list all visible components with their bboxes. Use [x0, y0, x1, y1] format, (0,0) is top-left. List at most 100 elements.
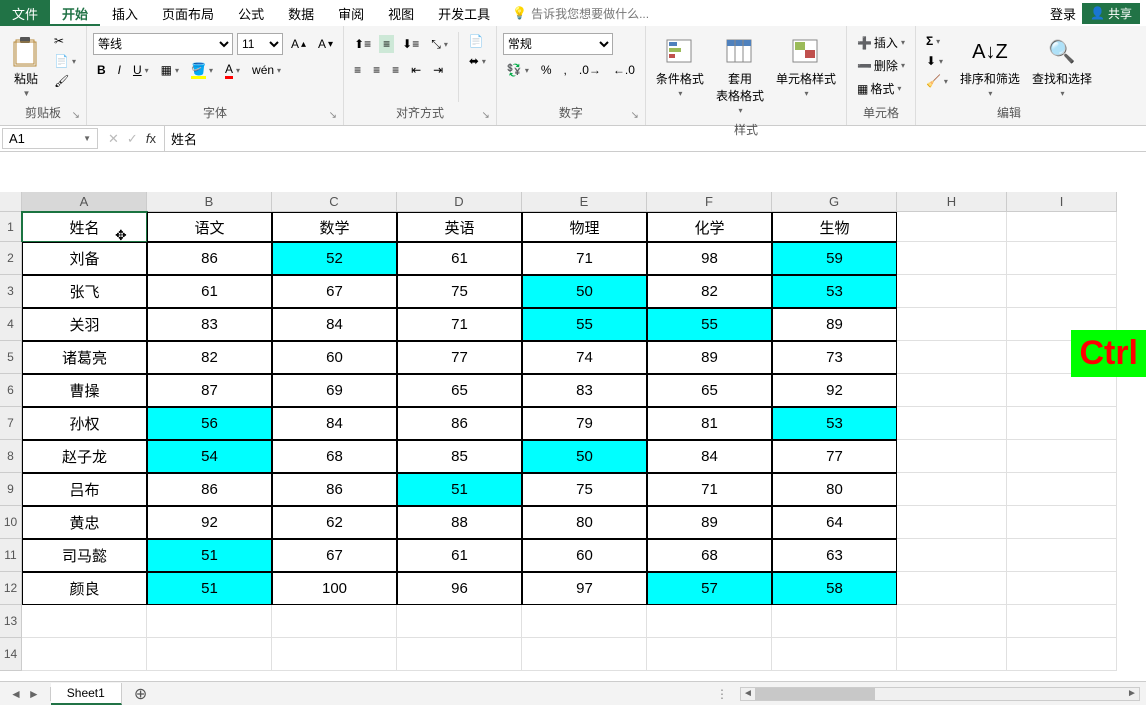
cell[interactable]: 化学: [647, 212, 772, 242]
cell[interactable]: 张飞: [22, 275, 147, 308]
cell[interactable]: [1007, 212, 1117, 242]
row-header[interactable]: 10: [0, 506, 22, 539]
cell[interactable]: [1007, 473, 1117, 506]
cell[interactable]: [897, 440, 1007, 473]
sort-filter-button[interactable]: A↓Z 排序和筛选▾: [956, 32, 1024, 102]
login-link[interactable]: 登录: [1050, 4, 1076, 23]
cell[interactable]: [897, 407, 1007, 440]
align-center-button[interactable]: ≡: [369, 61, 384, 79]
cell[interactable]: [1007, 374, 1117, 407]
cell[interactable]: 75: [397, 275, 522, 308]
cell[interactable]: 曹操: [22, 374, 147, 407]
dialog-launcher-icon[interactable]: ↘: [72, 110, 80, 121]
cell[interactable]: 物理: [522, 212, 647, 242]
split-handle-icon[interactable]: ⋮: [716, 687, 728, 701]
paste-button[interactable]: 粘贴 ▼: [6, 32, 46, 102]
cell[interactable]: [1007, 572, 1117, 605]
format-table-button[interactable]: 套用 表格格式▾: [712, 32, 768, 119]
cell[interactable]: 51: [147, 539, 272, 572]
underline-button[interactable]: U▾: [129, 61, 153, 79]
row-header[interactable]: 13: [0, 605, 22, 638]
delete-cells-button[interactable]: ➖删除▾: [853, 55, 909, 76]
cell[interactable]: 51: [147, 572, 272, 605]
cell[interactable]: 50: [522, 440, 647, 473]
tellme-search[interactable]: 💡 告诉我您想要做什么...: [502, 0, 659, 26]
cell[interactable]: [147, 605, 272, 638]
cell[interactable]: 59: [772, 242, 897, 275]
cell[interactable]: [1007, 242, 1117, 275]
align-left-button[interactable]: ≡: [350, 61, 365, 79]
cell[interactable]: [1007, 539, 1117, 572]
name-box[interactable]: A1 ▼: [2, 128, 98, 149]
cell[interactable]: 54: [147, 440, 272, 473]
phonetic-button[interactable]: wén▾: [248, 61, 285, 79]
cell[interactable]: 诸葛亮: [22, 341, 147, 374]
cell[interactable]: 58: [772, 572, 897, 605]
cell[interactable]: [897, 374, 1007, 407]
align-middle-button[interactable]: ≡: [379, 35, 394, 53]
cell[interactable]: 71: [522, 242, 647, 275]
row-header[interactable]: 9: [0, 473, 22, 506]
cell[interactable]: 88: [397, 506, 522, 539]
cell[interactable]: 57: [647, 572, 772, 605]
cell[interactable]: 黄忠: [22, 506, 147, 539]
cell[interactable]: 51: [397, 473, 522, 506]
cell[interactable]: 82: [147, 341, 272, 374]
shrink-font-button[interactable]: A▾: [314, 35, 337, 53]
cell[interactable]: 数学: [272, 212, 397, 242]
copy-button[interactable]: 📄▾: [50, 52, 80, 70]
cell[interactable]: 61: [397, 539, 522, 572]
cell[interactable]: [897, 341, 1007, 374]
accounting-button[interactable]: 💱▾: [503, 61, 533, 79]
italic-button[interactable]: I: [114, 61, 125, 79]
cell[interactable]: [1007, 605, 1117, 638]
cell[interactable]: [22, 605, 147, 638]
cell[interactable]: 65: [397, 374, 522, 407]
increase-decimal-button[interactable]: .0→: [575, 61, 605, 79]
cell[interactable]: [147, 638, 272, 671]
align-top-button[interactable]: ⬆≡: [350, 35, 375, 53]
cell[interactable]: [897, 473, 1007, 506]
cell[interactable]: 81: [647, 407, 772, 440]
tab-home[interactable]: 开始: [50, 0, 100, 26]
row-header[interactable]: 4: [0, 308, 22, 341]
percent-button[interactable]: %: [537, 61, 556, 79]
orientation-button[interactable]: ⤡▾: [427, 35, 452, 54]
cell[interactable]: 60: [522, 539, 647, 572]
cell[interactable]: 96: [397, 572, 522, 605]
cell[interactable]: 刘备: [22, 242, 147, 275]
add-sheet-button[interactable]: ⊕: [122, 684, 159, 704]
cell[interactable]: [897, 275, 1007, 308]
row-header[interactable]: 5: [0, 341, 22, 374]
clear-button[interactable]: 🧹▾: [922, 72, 952, 90]
cell[interactable]: 55: [647, 308, 772, 341]
wrap-text-button[interactable]: 📄: [465, 32, 490, 50]
cell[interactable]: 92: [147, 506, 272, 539]
cell[interactable]: [897, 308, 1007, 341]
cell[interactable]: [897, 539, 1007, 572]
tab-insert[interactable]: 插入: [100, 0, 150, 26]
column-header[interactable]: C: [272, 192, 397, 212]
cell[interactable]: 53: [772, 275, 897, 308]
dialog-launcher-icon[interactable]: ↘: [329, 110, 337, 121]
cell[interactable]: 56: [147, 407, 272, 440]
find-select-button[interactable]: 🔍 查找和选择▾: [1028, 32, 1096, 102]
column-header[interactable]: B: [147, 192, 272, 212]
column-header[interactable]: D: [397, 192, 522, 212]
cell[interactable]: 77: [397, 341, 522, 374]
cell[interactable]: 65: [647, 374, 772, 407]
cell[interactable]: 语文: [147, 212, 272, 242]
bold-button[interactable]: B: [93, 61, 110, 79]
cell[interactable]: 62: [272, 506, 397, 539]
cell[interactable]: 84: [272, 407, 397, 440]
number-format-select[interactable]: 常规: [503, 33, 613, 55]
cell[interactable]: 67: [272, 539, 397, 572]
cell[interactable]: 73: [772, 341, 897, 374]
cell[interactable]: 69: [272, 374, 397, 407]
cell[interactable]: 英语: [397, 212, 522, 242]
enter-icon[interactable]: ✓: [127, 131, 138, 147]
horizontal-scrollbar[interactable]: ◄ ►: [740, 687, 1140, 701]
tab-review[interactable]: 审阅: [326, 0, 376, 26]
cell[interactable]: 53: [772, 407, 897, 440]
cell[interactable]: [897, 212, 1007, 242]
